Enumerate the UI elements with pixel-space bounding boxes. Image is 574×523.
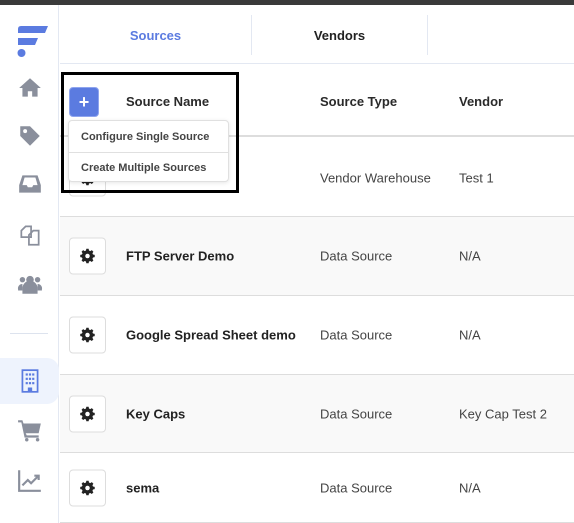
cell-vendor: Test 1: [459, 170, 494, 185]
cell-vendor: N/A: [459, 480, 481, 495]
cell-source-type: Data Source: [320, 406, 393, 421]
header-source-name[interactable]: Source Name: [126, 94, 209, 109]
cell-source-type: Data Source: [320, 480, 393, 495]
plus-icon: +: [78, 91, 90, 112]
cell-vendor: N/A: [459, 327, 481, 343]
tab-vendors[interactable]: Vendors: [252, 15, 428, 55]
sidebar-item-tags[interactable]: [0, 116, 59, 156]
cell-source-name: sema: [126, 480, 160, 495]
cell-source-type: Data Source: [320, 327, 393, 343]
table-row[interactable]: sema Data Source N/A: [60, 453, 574, 523]
sidebar-item-orders[interactable]: [0, 410, 59, 450]
add-source-menu: Configure Single Source Create Multiple …: [68, 120, 229, 182]
row-settings-button[interactable]: [69, 395, 106, 432]
home-icon: [18, 78, 41, 97]
cart-icon: [17, 420, 41, 442]
copy-icon: [19, 225, 40, 246]
row-settings-button[interactable]: [69, 469, 106, 506]
gear-icon: [80, 480, 95, 495]
inbox-icon: [18, 175, 41, 193]
header-source-type[interactable]: Source Type: [320, 94, 397, 109]
gear-icon: [80, 327, 95, 343]
users-icon: [17, 275, 42, 294]
row-settings-button[interactable]: [69, 237, 106, 275]
cell-source-name: FTP Server Demo: [126, 248, 235, 264]
table-row[interactable]: FTP Server Demo Data Source N/A: [60, 217, 574, 296]
header-vendor[interactable]: Vendor: [459, 94, 503, 109]
sidebar-item-inbox[interactable]: [0, 164, 59, 204]
cell-vendor: N/A: [459, 248, 481, 264]
table-row[interactable]: Key Caps Data Source Key Cap Test 2: [60, 375, 574, 453]
tab-sources[interactable]: Sources: [60, 15, 252, 55]
sidebar-item-analytics[interactable]: [0, 460, 59, 500]
tag-icon: [19, 126, 40, 146]
cell-source-type: Vendor Warehouse: [320, 170, 431, 185]
add-source-button[interactable]: +: [69, 87, 99, 117]
building-icon: [21, 369, 38, 393]
gear-icon: [80, 406, 95, 421]
logo-icon: [17, 26, 48, 57]
sidebar-item-users[interactable]: [0, 264, 59, 304]
table-row[interactable]: Google Spread Sheet demo Data Source N/A: [60, 296, 574, 375]
cell-source-name: Key Caps: [126, 406, 186, 421]
cell-source-name: Google Spread Sheet demo: [126, 327, 296, 343]
sidebar-item-buildings[interactable]: [0, 358, 59, 404]
cell-source-type: Data Source: [320, 248, 393, 264]
tab-bar: Sources Vendors: [60, 5, 574, 64]
sidebar-divider: [10, 333, 48, 334]
chart-line-icon: [17, 470, 41, 492]
menu-item-create-multiple-sources[interactable]: Create Multiple Sources: [69, 152, 228, 183]
row-settings-button[interactable]: [69, 316, 106, 354]
cell-vendor: Key Cap Test 2: [459, 406, 547, 421]
sidebar-item-documents[interactable]: [0, 215, 59, 255]
sidebar-item-home[interactable]: [0, 68, 59, 108]
sidebar: [0, 5, 59, 523]
gear-icon: [80, 248, 95, 264]
menu-item-configure-single-source[interactable]: Configure Single Source: [69, 121, 228, 152]
